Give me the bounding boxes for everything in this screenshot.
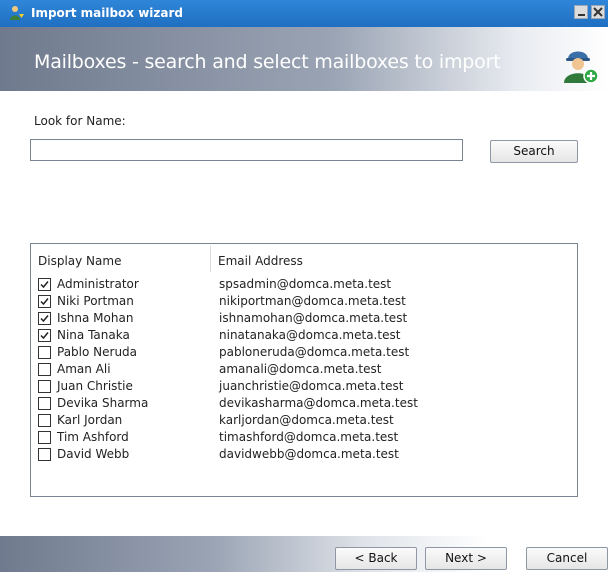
back-button[interactable]: < Back	[335, 547, 417, 570]
page-subtitle: Mailboxes - search and select mailboxes …	[34, 51, 501, 73]
row-checkbox[interactable]	[38, 295, 51, 308]
display-name-cell: Karl Jordan	[57, 413, 123, 427]
list-item[interactable]: Nina Tanaka ninatanaka@domca.meta.test	[31, 327, 577, 344]
search-button[interactable]: Search	[490, 140, 578, 163]
list-item[interactable]: Aman Ali amanali@domca.meta.test	[31, 361, 577, 378]
email-address-cell: ishnamohan@domca.meta.test	[219, 311, 408, 325]
row-checkbox[interactable]	[38, 346, 51, 359]
list-item[interactable]: Niki Portman nikiportman@domca.meta.test	[31, 293, 577, 310]
email-address-cell: amanali@domca.meta.test	[219, 362, 382, 376]
display-name-cell: Devika Sharma	[57, 396, 149, 410]
next-button[interactable]: Next >	[425, 547, 507, 570]
display-name-cell: Administrator	[57, 277, 139, 291]
user-import-icon	[9, 5, 25, 21]
list-item[interactable]: Tim Ashford timashford@domca.meta.test	[31, 429, 577, 446]
row-checkbox[interactable]	[38, 397, 51, 410]
row-checkbox[interactable]	[38, 448, 51, 461]
list-item[interactable]: Karl Jordan karljordan@domca.meta.test	[31, 412, 577, 429]
checkmark-icon	[40, 315, 49, 323]
wizard-header: Mailboxes - search and select mailboxes …	[0, 27, 608, 91]
title-bar: Import mailbox wizard	[0, 0, 608, 27]
column-header-email-address[interactable]: Email Address	[218, 244, 303, 274]
mailbox-rows: Administrator spsadmin@domca.meta.test Nik…	[31, 276, 577, 463]
name-search-input[interactable]	[30, 139, 463, 161]
email-address-cell: timashford@domca.meta.test	[219, 430, 399, 444]
list-item[interactable]: David Webb davidwebb@domca.meta.test	[31, 446, 577, 463]
row-checkbox[interactable]	[38, 312, 51, 325]
email-address-cell: davidwebb@domca.meta.test	[219, 447, 399, 461]
email-address-cell: spsadmin@domca.meta.test	[219, 277, 392, 291]
row-checkbox[interactable]	[38, 329, 51, 342]
list-item[interactable]: Pablo Neruda pabloneruda@domca.meta.test	[31, 344, 577, 361]
display-name-cell: Juan Christie	[57, 379, 133, 393]
list-item[interactable]: Ishna Mohan ishnamohan@domca.meta.test	[31, 310, 577, 327]
column-divider[interactable]	[210, 246, 211, 272]
display-name-cell: Pablo Neruda	[57, 345, 138, 359]
window-title: Import mailbox wizard	[31, 6, 184, 20]
display-name-cell: Aman Ali	[57, 362, 111, 376]
display-name-cell: Ishna Mohan	[57, 311, 134, 325]
row-checkbox[interactable]	[38, 431, 51, 444]
email-address-cell: juanchristie@domca.meta.test	[219, 379, 404, 393]
minimize-icon[interactable]	[574, 5, 588, 19]
checkmark-icon	[40, 298, 49, 306]
email-address-cell: pabloneruda@domca.meta.test	[219, 345, 410, 359]
list-item[interactable]: Juan Christie juanchristie@domca.meta.tes…	[31, 378, 577, 395]
wizard-footer	[0, 536, 608, 572]
display-name-cell: Niki Portman	[57, 294, 134, 308]
list-item[interactable]: Administrator spsadmin@domca.meta.test	[31, 276, 577, 293]
email-address-cell: nikiportman@domca.meta.test	[219, 294, 406, 308]
email-address-cell: devikasharma@domca.meta.test	[219, 396, 418, 410]
row-checkbox[interactable]	[38, 363, 51, 376]
mailbox-list[interactable]: Display Name Email Address Administrator…	[30, 243, 578, 497]
checkmark-icon	[40, 281, 49, 289]
look-for-name-label: Look for Name:	[34, 114, 126, 128]
user-add-icon	[561, 45, 601, 85]
display-name-cell: Tim Ashford	[57, 430, 129, 444]
email-address-cell: ninatanaka@domca.meta.test	[219, 328, 401, 342]
row-checkbox[interactable]	[38, 278, 51, 291]
list-item[interactable]: Devika Sharma devikasharma@domca.meta.tes…	[31, 395, 577, 412]
email-address-cell: karljordan@domca.meta.test	[219, 413, 394, 427]
display-name-cell: David Webb	[57, 447, 130, 461]
cancel-button[interactable]: Cancel	[526, 547, 608, 570]
checkmark-icon	[40, 332, 49, 340]
display-name-cell: Nina Tanaka	[57, 328, 130, 342]
column-header-display-name[interactable]: Display Name	[38, 244, 121, 274]
close-icon[interactable]	[591, 5, 605, 19]
row-checkbox[interactable]	[38, 380, 51, 393]
row-checkbox[interactable]	[38, 414, 51, 427]
